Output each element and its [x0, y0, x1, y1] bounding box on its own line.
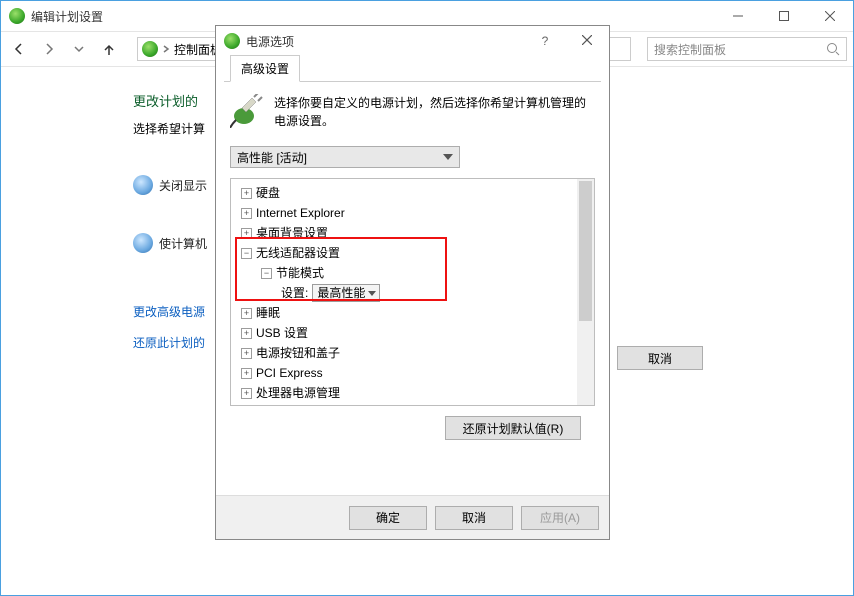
tree-item-wireless[interactable]: 无线适配器设置: [256, 243, 340, 263]
dialog-close-button[interactable]: [565, 34, 609, 48]
expand-icon[interactable]: +: [241, 228, 252, 239]
breadcrumb-icon: [142, 41, 158, 57]
link-advanced-power[interactable]: 更改高级电源: [133, 303, 207, 320]
tree-item-desktop-bg[interactable]: 桌面背景设置: [256, 223, 328, 243]
setting-label: 设置:: [281, 283, 308, 303]
window-title: 编辑计划设置: [31, 8, 103, 25]
content-area: 更改计划的 选择希望计算 关闭显示 使计算机 更改高级电源 还原此计划的: [121, 91, 207, 365]
settings-tree: +硬盘 +Internet Explorer +桌面背景设置 −无线适配器设置 …: [230, 178, 595, 406]
expand-icon[interactable]: +: [241, 368, 252, 379]
tree-item-processor[interactable]: 处理器电源管理: [256, 383, 340, 403]
expand-icon[interactable]: +: [241, 308, 252, 319]
tree-item-power-mode[interactable]: 节能模式: [276, 263, 324, 283]
collapse-icon[interactable]: −: [261, 268, 272, 279]
tab-advanced[interactable]: 高级设置: [230, 55, 300, 82]
dialog-icon: [224, 33, 240, 49]
plan-select-value: 高性能 [活动]: [237, 149, 307, 166]
dialog-titlebar: 电源选项 ?: [216, 26, 609, 56]
plan-select[interactable]: 高性能 [活动]: [230, 146, 460, 168]
page-heading: 更改计划的: [133, 91, 207, 110]
tree-item-ie[interactable]: Internet Explorer: [256, 203, 345, 223]
expand-icon[interactable]: +: [241, 328, 252, 339]
tree-item-hard-disk[interactable]: 硬盘: [256, 183, 280, 203]
back-button[interactable]: [7, 37, 31, 61]
recent-button[interactable]: [67, 37, 91, 61]
app-icon: [9, 8, 25, 24]
monitor-icon: [133, 175, 153, 195]
setting-value-combo[interactable]: 最高性能: [312, 284, 380, 302]
tree-item-pci[interactable]: PCI Express: [256, 363, 323, 383]
minimize-button[interactable]: [715, 1, 761, 31]
cancel-button-bg[interactable]: 取消: [617, 346, 703, 370]
collapse-icon[interactable]: −: [241, 248, 252, 259]
chevron-down-icon: [443, 154, 453, 160]
expand-icon[interactable]: +: [241, 188, 252, 199]
search-input[interactable]: 搜索控制面板: [647, 37, 847, 61]
up-button[interactable]: [97, 37, 121, 61]
power-plug-icon: [230, 94, 264, 128]
tree-item-power-button[interactable]: 电源按钮和盖子: [256, 343, 340, 363]
page-subheading: 选择希望计算: [133, 120, 207, 137]
search-icon: [826, 42, 840, 56]
tab-strip: 高级设置: [224, 56, 601, 82]
restore-defaults-button[interactable]: 还原计划默认值(R): [445, 416, 581, 440]
dialog-title: 电源选项: [246, 33, 294, 50]
link-restore-plan[interactable]: 还原此计划的: [133, 334, 207, 351]
dialog-intro-text: 选择你要自定义的电源计划，然后选择你希望计算机管理的电源设置。: [274, 94, 595, 130]
scrollbar[interactable]: [577, 179, 594, 405]
cancel-button[interactable]: 取消: [435, 506, 513, 530]
setting-display-off: 关闭显示: [133, 175, 207, 195]
dialog-intro: 选择你要自定义的电源计划，然后选择你希望计算机管理的电源设置。: [230, 94, 595, 130]
close-button[interactable]: [807, 1, 853, 31]
expand-icon[interactable]: +: [241, 208, 252, 219]
search-placeholder: 搜索控制面板: [654, 41, 726, 58]
tree-item-sleep[interactable]: 睡眠: [256, 303, 280, 323]
apply-button: 应用(A): [521, 506, 599, 530]
forward-button[interactable]: [37, 37, 61, 61]
ok-button[interactable]: 确定: [349, 506, 427, 530]
maximize-button[interactable]: [761, 1, 807, 31]
power-options-dialog: 电源选项 ? 高级设置 选择你要自定义的电源计划，然后选择你希望计算机管理的电源…: [215, 25, 610, 540]
dialog-footer: 确定 取消 应用(A): [216, 495, 609, 539]
expand-icon[interactable]: +: [241, 348, 252, 359]
tree-item-usb[interactable]: USB 设置: [256, 323, 308, 343]
moon-icon: [133, 233, 153, 253]
setting-sleep: 使计算机: [133, 233, 207, 253]
help-button[interactable]: ?: [525, 34, 565, 48]
chevron-right-icon: [162, 42, 170, 56]
scrollbar-thumb[interactable]: [579, 181, 592, 321]
expand-icon[interactable]: +: [241, 388, 252, 399]
